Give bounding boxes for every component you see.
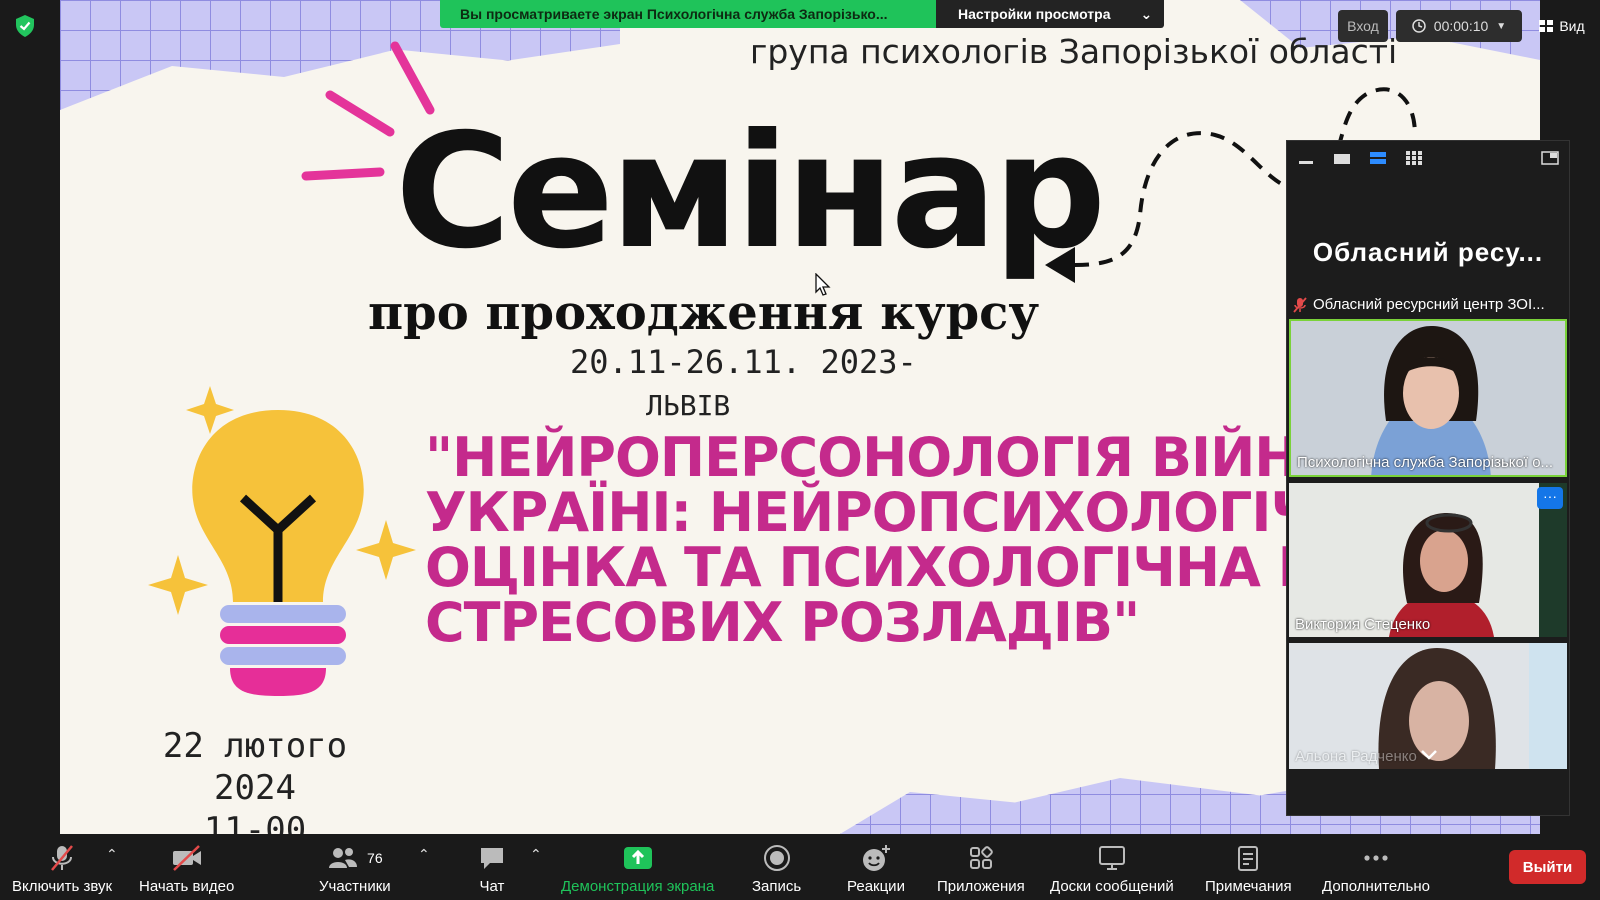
chat-caret-icon[interactable]: ⌃ — [530, 846, 542, 863]
mouse-cursor-icon — [815, 273, 831, 296]
more-label: Дополнительно — [1322, 878, 1430, 895]
panel-toolbar — [1287, 141, 1569, 175]
slide-group-line: група психологів Запорізької області — [750, 32, 1398, 71]
participants-icon — [329, 848, 358, 868]
participant-name-title: Обласний ресу... — [1312, 237, 1544, 267]
clock-icon — [1412, 19, 1426, 33]
apps-icon — [969, 846, 993, 869]
view-settings-button[interactable]: Настройки просмотра ⌄ — [936, 0, 1165, 28]
more-options-button[interactable]: ··· — [1537, 487, 1563, 509]
participant-name: Обласний ресурсний центр ЗОІ... — [1313, 296, 1545, 313]
participant-name-tile[interactable]: Обласний ресу... Обласний ресурсний цент… — [1287, 175, 1569, 317]
record-icon — [763, 845, 790, 871]
participant-label: Обласний ресурсний центр ЗОІ... — [1293, 296, 1545, 313]
light-bulb-icon — [148, 386, 416, 696]
whiteboard-icon — [1098, 846, 1125, 870]
whiteboards-label: Доски сообщений — [1050, 878, 1174, 895]
leave-meeting-button[interactable]: Выйти — [1509, 850, 1586, 884]
record-button[interactable]: Запись — [752, 844, 801, 895]
participant-video-tile[interactable]: ··· Виктория Стеценко — [1289, 483, 1567, 637]
viewing-screen-notice: Вы просматриваете экран Психологічна слу… — [440, 0, 936, 28]
chat-label: Чат — [479, 878, 505, 895]
slide-title: Семінар — [395, 100, 1106, 284]
notes-button[interactable]: Примечания — [1205, 844, 1292, 895]
mic-muted-icon — [51, 845, 73, 871]
view-settings-label: Настройки просмотра — [958, 6, 1111, 22]
unmute-label: Включить звук — [12, 878, 113, 895]
chevron-down-icon[interactable] — [1420, 749, 1438, 761]
participant-name: Альона Радченко — [1295, 748, 1417, 765]
apps-button[interactable]: Приложения — [937, 844, 1025, 895]
event-datetime: 22 лютого 2024 11-00 — [115, 725, 395, 834]
share-screen-button[interactable]: Демонстрация экрана — [561, 844, 714, 895]
start-video-label: Начать видео — [139, 878, 235, 895]
participants-caret-icon[interactable]: ⌃ — [418, 846, 430, 863]
grid-view-icon — [1539, 20, 1554, 32]
participant-video-tile[interactable]: Психологічна служба Запорізької о... — [1289, 319, 1567, 477]
share-screen-icon — [623, 847, 652, 869]
chat-button[interactable]: Чат — [478, 844, 506, 895]
participants-label: Участники — [319, 878, 391, 895]
timer-value: 00:00:10 — [1433, 18, 1489, 34]
notes-icon — [1238, 846, 1259, 871]
participants-button[interactable]: 76 Участники — [319, 844, 391, 895]
more-button[interactable]: Дополнительно — [1322, 844, 1430, 895]
course-dates: 20.11-26.11. 2023- — [570, 343, 917, 381]
share-screen-label: Демонстрация экрана — [561, 878, 715, 895]
security-shield-icon[interactable] — [14, 14, 36, 43]
participant-name: Виктория Стеценко — [1295, 616, 1431, 633]
chevron-down-icon: ⌄ — [1140, 6, 1153, 22]
course-city: ЛЬВІВ — [646, 389, 731, 422]
minimize-icon[interactable] — [1297, 151, 1315, 165]
whiteboards-button[interactable]: Доски сообщений — [1050, 844, 1174, 895]
meeting-toolbar: Включить звук ⌃ Начать видео 76 Участник… — [0, 834, 1600, 900]
event-time: 11-00 — [203, 810, 307, 834]
event-date: 22 лютого 2024 — [162, 726, 348, 808]
zoom-meeting-window: група психологів Запорізької області Сем… — [0, 0, 1600, 900]
participant-video-tile[interactable]: Альона Радченко — [1289, 643, 1567, 769]
mic-muted-icon — [1293, 296, 1307, 313]
video-panel: Обласний ресу... Обласний ресурсний цент… — [1286, 140, 1570, 816]
recording-timer[interactable]: 00:00:10 ▼ — [1396, 10, 1522, 42]
gallery-view-icon[interactable] — [1405, 151, 1423, 165]
participant-video-image — [1289, 483, 1567, 637]
video-off-icon — [172, 845, 201, 871]
participant-name: Психологічна служба Запорізької о... — [1297, 454, 1554, 471]
audio-options-caret-icon[interactable]: ⌃ — [106, 846, 118, 863]
screen-share-banner: Вы просматриваете экран Психологічна слу… — [440, 0, 1165, 28]
reactions-label: Реакции — [847, 878, 905, 895]
view-label: Вид — [1559, 18, 1585, 34]
speaker-view-icon[interactable] — [1333, 151, 1351, 165]
record-label: Запись — [752, 878, 802, 895]
slide-subtitle: про проходження курсу — [368, 285, 1040, 341]
more-dots-icon — [1364, 855, 1388, 861]
notes-label: Примечания — [1205, 878, 1292, 895]
strip-view-icon[interactable] — [1369, 151, 1387, 165]
chat-icon — [481, 848, 503, 869]
unmute-button[interactable]: Включить звук — [12, 844, 112, 895]
participants-count: 76 — [367, 850, 383, 866]
pop-out-icon[interactable] — [1541, 151, 1559, 165]
view-button[interactable]: Вид — [1532, 10, 1592, 42]
apps-label: Приложения — [937, 878, 1025, 895]
start-video-button[interactable]: Начать видео — [139, 844, 234, 895]
reactions-button[interactable]: Реакции — [847, 844, 905, 895]
caret-down-icon: ▼ — [1496, 20, 1507, 32]
reactions-icon — [862, 845, 890, 871]
login-button[interactable]: Вход — [1338, 10, 1388, 42]
